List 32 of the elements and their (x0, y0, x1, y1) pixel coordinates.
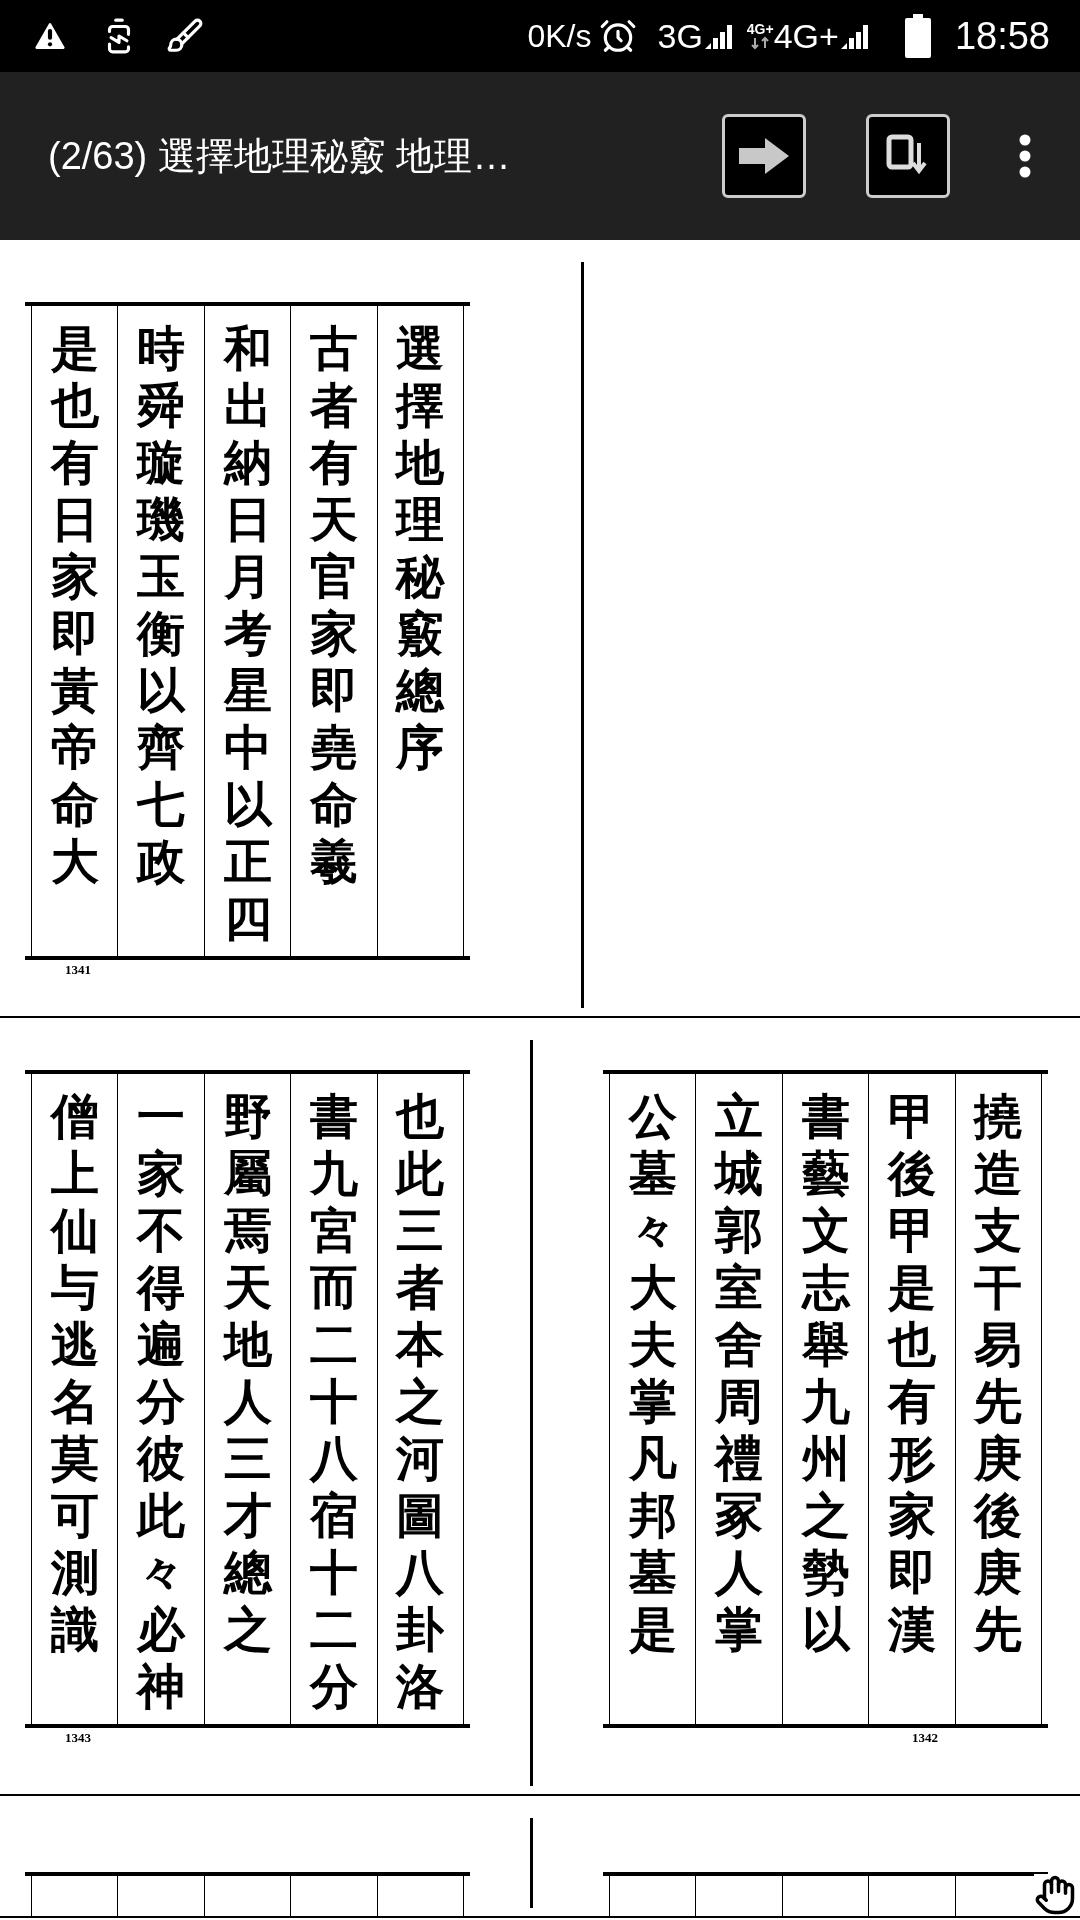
page-number: 1343 (65, 1729, 91, 1747)
text-column: 書藝文志舉九州之勢以 (801, 1088, 850, 1724)
network-type: 3G (657, 15, 703, 57)
text-column: 野屬焉天地人三才總之 (223, 1088, 272, 1724)
text-column: 書九宮而二十八宿十二分 (309, 1088, 358, 1724)
brush-icon (166, 17, 204, 55)
text-column: 立城郭室舍周禮冢人掌 (715, 1088, 764, 1724)
text-column: 選擇地理秘竅總序 (396, 320, 445, 956)
data-arrows-icon (750, 36, 771, 50)
network-label: 4G+ (746, 22, 774, 36)
page-number: 1342 (912, 1729, 938, 1747)
network-speed: 0K/s (527, 17, 592, 56)
network-type: 4G+ (773, 15, 839, 57)
more-vertical-icon (1019, 134, 1031, 178)
clock-time: 18:58 (954, 13, 1050, 59)
text-column: 僧上仙与逃名莫可測識 (50, 1088, 99, 1724)
page-number: 1341 (65, 961, 91, 979)
arrow-right-icon (737, 136, 791, 176)
text-column: 和出納日月考星中以正四 (223, 320, 272, 956)
page-download-button[interactable] (866, 114, 950, 198)
text-column: 時舜璇璣玉衡以齊七政 (137, 320, 186, 956)
document-title: (2/63) 選擇地理秘竅 地理… (48, 133, 511, 179)
text-column: 甲後甲是也有形家即漢 (887, 1088, 936, 1724)
text-column: 是也有日家即黃帝命大 (50, 320, 99, 956)
text-column: 一家不得遍分彼此々必神 (137, 1088, 186, 1724)
text-column: 公墓々大夫掌凡邦墓是 (628, 1088, 677, 1724)
text-column: 也此三者本之河圖八卦洛 (396, 1088, 445, 1724)
battery-icon (904, 14, 931, 58)
text-column: 撓造支干易先庚後庚先 (974, 1088, 1023, 1724)
alarm-icon (599, 17, 638, 55)
text-column: 古者有天官家即堯命羲 (309, 320, 358, 956)
next-button[interactable] (722, 114, 806, 198)
